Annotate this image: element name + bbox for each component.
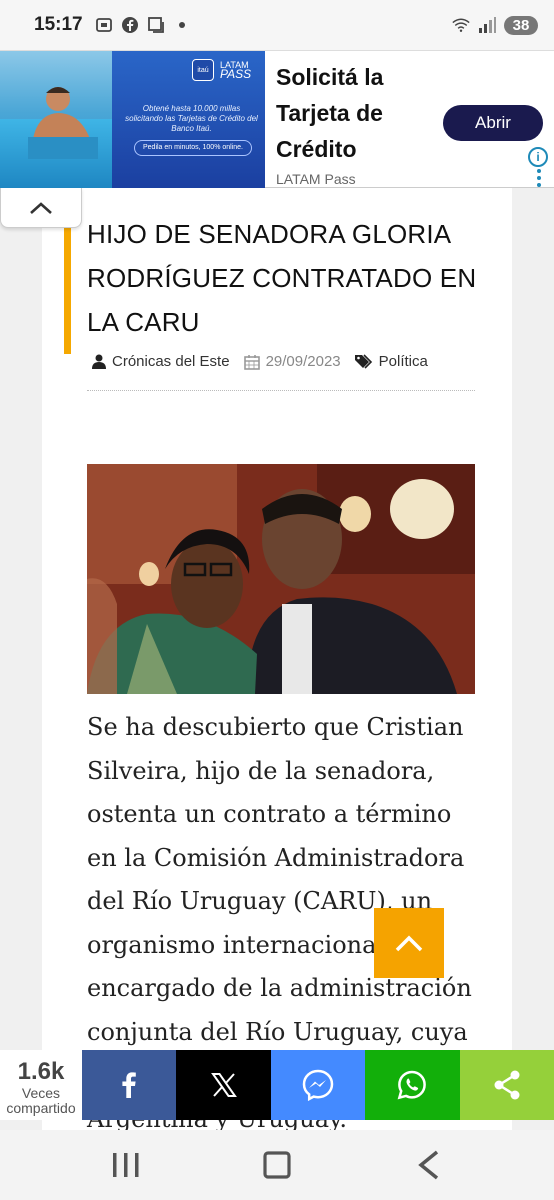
meta-divider: [87, 390, 475, 391]
home-icon: [263, 1151, 291, 1179]
share-count: 1.6k Veces compartido: [0, 1050, 82, 1120]
share-x-button[interactable]: [176, 1050, 271, 1120]
tags-icon: [354, 354, 372, 369]
article-card: HIJO DE SENADORA GLORIA RODRÍGUEZ CONTRA…: [42, 188, 512, 1200]
messenger-icon: [302, 1069, 334, 1101]
ad-title[interactable]: Solicitá la Tarjeta de Crédito: [276, 59, 426, 167]
category-text[interactable]: Política: [379, 353, 428, 370]
latam-logo-bottom: PASS: [220, 66, 252, 81]
ad-person-graphic: [28, 87, 98, 159]
article-category[interactable]: Política: [354, 353, 428, 370]
collapse-ad-button[interactable]: [0, 188, 82, 228]
back-icon: [418, 1150, 439, 1180]
status-notification-icons: [95, 16, 185, 34]
user-icon: [92, 354, 106, 369]
ad-banner[interactable]: itaú LATAM PASS Obtené hasta 10.000 mill…: [0, 50, 554, 190]
article-author[interactable]: Crónicas del Este: [92, 353, 230, 370]
ad-image[interactable]: itaú LATAM PASS Obtené hasta 10.000 mill…: [0, 51, 265, 189]
battery-indicator: 38: [504, 15, 538, 35]
system-navigation-bar: [0, 1130, 554, 1200]
chevron-up-icon: [395, 935, 423, 952]
article-photo-graphic: [87, 464, 475, 694]
ad-info-icon[interactable]: i: [528, 147, 548, 167]
whatsapp-icon: [398, 1070, 427, 1100]
ad-open-button[interactable]: Abrir: [443, 105, 543, 141]
screenshot-icon: [95, 16, 113, 34]
share-whatsapp-button[interactable]: [365, 1050, 460, 1120]
wifi-icon: [452, 16, 470, 34]
title-accent-bar: [64, 228, 71, 354]
ad-pill-text: Pedila en minutos, 100% online.: [134, 140, 252, 156]
window-icon: [147, 16, 165, 34]
x-icon: [210, 1073, 237, 1097]
back-button[interactable]: [398, 1140, 458, 1190]
status-bar: 15:17 38: [0, 0, 554, 50]
share-icon: [494, 1070, 520, 1100]
recent-apps-button[interactable]: [96, 1140, 156, 1190]
share-facebook-button[interactable]: [82, 1050, 177, 1120]
signal-icon: [478, 16, 496, 34]
status-system-icons: 38: [452, 15, 538, 35]
share-messenger-button[interactable]: [270, 1050, 366, 1120]
date-text: 29/09/2023: [265, 353, 341, 370]
scroll-to-top-button[interactable]: [374, 908, 444, 978]
recent-apps-icon: [112, 1153, 139, 1177]
share-count-label-2: compartido: [6, 1100, 76, 1116]
share-count-label-1: Veces: [21, 1085, 61, 1101]
home-button[interactable]: [247, 1140, 307, 1190]
article-date: 29/09/2023: [243, 353, 341, 370]
article-meta: Crónicas del Este 29/09/2023 Política: [92, 353, 442, 370]
share-more-button[interactable]: [459, 1050, 554, 1120]
status-time: 15:17: [34, 14, 83, 35]
ad-panel-text: Obtené hasta 10.000 millas solicitando l…: [125, 104, 258, 133]
chevron-up-icon: [30, 201, 52, 214]
article-title: HIJO DE SENADORA GLORIA RODRÍGUEZ CONTRA…: [87, 219, 477, 337]
facebook-icon: [122, 1072, 137, 1098]
calendar-icon: [243, 354, 260, 370]
ad-menu-icon[interactable]: [537, 169, 542, 190]
more-notifications-dot: [178, 22, 185, 28]
share-buttons: [82, 1050, 554, 1120]
article-photo[interactable]: [87, 464, 475, 694]
itau-logo: itaú: [192, 59, 214, 81]
ad-promo-panel: itaú LATAM PASS Obtené hasta 10.000 mill…: [112, 51, 265, 189]
facebook-notification-icon: [121, 16, 139, 34]
latam-pass-logo: LATAM PASS: [220, 60, 252, 81]
ad-logos: itaú LATAM PASS: [192, 59, 251, 81]
author-name[interactable]: Crónicas del Este: [112, 353, 230, 370]
ad-source: LATAM Pass: [276, 171, 356, 187]
share-count-number: 1.6k: [17, 1058, 65, 1085]
